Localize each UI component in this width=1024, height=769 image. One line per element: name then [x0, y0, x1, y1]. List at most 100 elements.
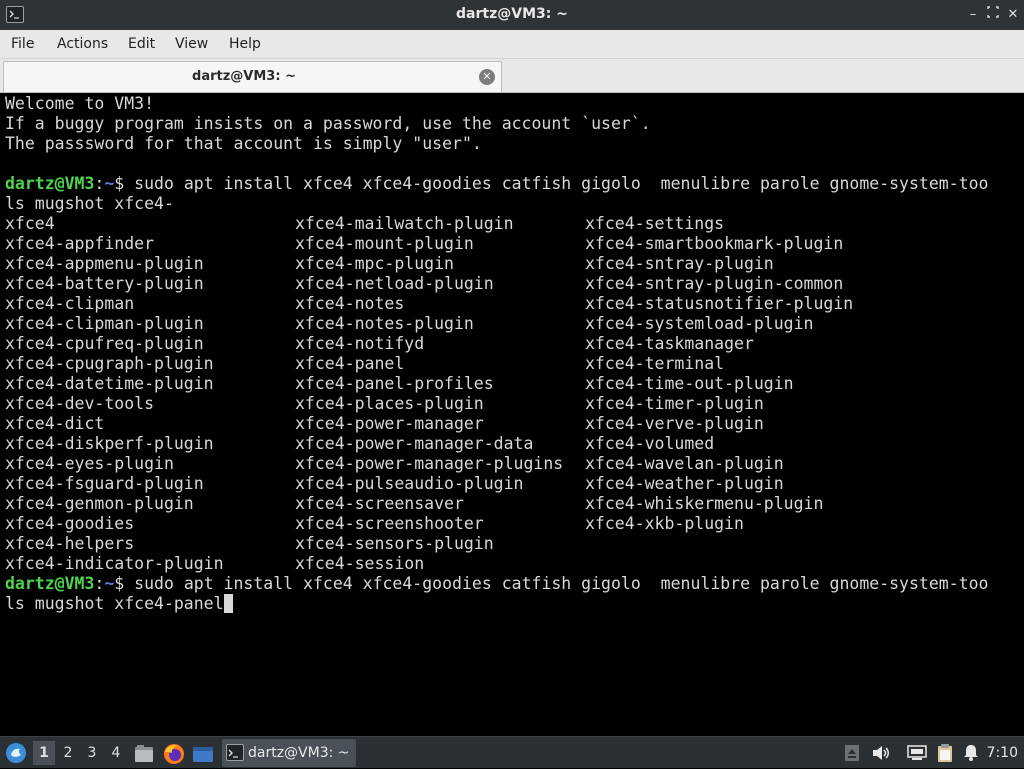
eject-icon[interactable]: [843, 743, 863, 763]
command-continuation: ls mugshot xfce4-: [5, 194, 174, 213]
file-manager-icon[interactable]: [133, 743, 155, 765]
completion-item: xfce4-timer-plugin: [585, 394, 764, 413]
completion-item: xfce4-xkb-plugin: [585, 514, 744, 533]
completion-item: xfce4-genmon-plugin: [5, 494, 194, 513]
terminal-output[interactable]: Welcome to VM3! If a buggy program insis…: [0, 94, 1024, 736]
completion-item: xfce4-power-manager: [295, 414, 484, 433]
menu-file[interactable]: File: [11, 36, 34, 52]
taskbar-terminal-button[interactable]: dartz@VM3: ~: [222, 739, 356, 767]
completion-item: xfce4-notes: [295, 294, 405, 313]
welcome-line: Welcome to VM3!: [5, 94, 155, 113]
firefox-icon[interactable]: [163, 743, 185, 765]
window-title: dartz@VM3: ~: [456, 6, 568, 22]
task-label: dartz@VM3: ~: [248, 745, 350, 761]
prompt-symbol: $: [114, 174, 135, 193]
completion-item: xfce4-verve-plugin: [585, 414, 764, 433]
completion-item: xfce4-volumed: [585, 434, 715, 453]
completion-item: xfce4-mpc-plugin: [295, 254, 454, 273]
completion-item: xfce4-panel-profiles: [295, 374, 494, 393]
completion-item: xfce4-pulseaudio-plugin: [295, 474, 524, 493]
completion-item: xfce4-statusnotifier-plugin: [585, 294, 854, 313]
completion-item: xfce4-wavelan-plugin: [585, 454, 784, 473]
prompt-separator: :: [94, 174, 105, 193]
terminal-icon: [226, 744, 244, 761]
completion-item: xfce4-indicator-plugin: [5, 554, 224, 573]
menubar: File Actions Edit View Help: [0, 30, 1024, 59]
minimize-button[interactable]: –: [964, 6, 982, 24]
menu-edit[interactable]: Edit: [128, 36, 155, 52]
completion-item: xfce4-eyes-plugin: [5, 454, 174, 473]
completion-item: xfce4-power-manager-data: [295, 434, 534, 453]
completion-item: xfce4-places-plugin: [295, 394, 484, 413]
completion-item: xfce4-cpufreq-plugin: [5, 334, 204, 353]
completion-item: xfce4-screenshooter: [295, 514, 484, 533]
clipboard-icon[interactable]: [935, 743, 955, 763]
tab-close-icon[interactable]: ✕: [479, 69, 495, 85]
prompt-separator: :: [94, 574, 105, 593]
completion-item: xfce4-appmenu-plugin: [5, 254, 204, 273]
welcome-line: The passsword for that account is simply…: [5, 134, 482, 153]
completion-item: xfce4-dev-tools: [5, 394, 155, 413]
completion-item: xfce4-time-out-plugin: [585, 374, 794, 393]
completion-item: xfce4-battery-plugin: [5, 274, 204, 293]
completion-item: xfce4-sntray-plugin-common: [585, 274, 844, 293]
workspace-1[interactable]: 1: [33, 741, 55, 765]
prompt-path: ~: [104, 574, 115, 593]
completion-item: xfce4-dict: [5, 414, 105, 433]
completion-item: xfce4-diskperf-plugin: [5, 434, 214, 453]
command-text: sudo apt install xfce4 xfce4-goodies cat…: [134, 174, 989, 193]
command-continuation: ls mugshot xfce4-panel: [5, 594, 233, 614]
volume-icon[interactable]: [871, 743, 891, 763]
maximize-button[interactable]: [984, 6, 1002, 24]
completion-item: xfce4-mount-plugin: [295, 234, 474, 253]
completion-item: xfce4-goodies: [5, 514, 135, 533]
completion-item: xfce4-clipman: [5, 294, 135, 313]
completion-item: xfce4-netload-plugin: [295, 274, 494, 293]
prompt-path: ~: [104, 174, 115, 193]
workspace-2[interactable]: 2: [57, 741, 79, 765]
completion-item: xfce4-session: [295, 554, 425, 573]
tabbar: dartz@VM3: ~ ✕: [0, 59, 1024, 93]
network-icon[interactable]: [906, 743, 927, 763]
notification-icon[interactable]: [961, 743, 981, 763]
completion-item: xfce4-power-manager-plugins: [295, 454, 564, 473]
desktop-icon[interactable]: [192, 743, 214, 765]
prompt-user: dartz@VM3: [5, 574, 95, 593]
command-text: sudo apt install xfce4 xfce4-goodies cat…: [134, 574, 989, 593]
completion-item: xfce4-settings: [585, 214, 725, 233]
prompt-symbol: $: [114, 574, 135, 593]
workspace-3[interactable]: 3: [81, 741, 103, 765]
prompt-user: dartz@VM3: [5, 174, 95, 193]
completion-item: xfce4-notifyd: [295, 334, 425, 353]
completion-item: xfce4-helpers: [5, 534, 135, 553]
completion-item: xfce4-screensaver: [295, 494, 464, 513]
menu-actions[interactable]: Actions: [57, 36, 108, 52]
welcome-line: If a buggy program insists on a password…: [5, 114, 651, 133]
completion-item: xfce4-notes-plugin: [295, 314, 474, 333]
completion-item: xfce4-datetime-plugin: [5, 374, 214, 393]
completion-item: xfce4-systemload-plugin: [585, 314, 814, 333]
close-button[interactable]: ✕: [1004, 6, 1022, 24]
command-line: dartz@VM3:~$ sudo apt install xfce4 xfce…: [5, 574, 988, 594]
completion-item: xfce4: [5, 214, 55, 233]
completion-item: xfce4-fsguard-plugin: [5, 474, 204, 493]
tab-terminal[interactable]: dartz@VM3: ~ ✕: [3, 61, 502, 92]
completion-item: xfce4-terminal: [585, 354, 725, 373]
completion-item: xfce4-cpugraph-plugin: [5, 354, 214, 373]
window-titlebar[interactable]: dartz@VM3: ~ – ✕: [0, 0, 1024, 30]
menu-help[interactable]: Help: [229, 36, 261, 52]
clock[interactable]: 7:10: [987, 745, 1018, 761]
command-line: dartz@VM3:~$ sudo apt install xfce4 xfce…: [5, 174, 988, 194]
completion-item: xfce4-sntray-plugin: [585, 254, 774, 273]
completion-item: xfce4-clipman-plugin: [5, 314, 204, 333]
workspace-4[interactable]: 4: [105, 741, 127, 765]
completion-item: xfce4-weather-plugin: [585, 474, 784, 493]
text-cursor: [223, 594, 233, 613]
completion-item: xfce4-smartbookmark-plugin: [585, 234, 844, 253]
whisker-menu-icon[interactable]: [5, 742, 27, 764]
completion-item: xfce4-panel: [295, 354, 405, 373]
menu-view[interactable]: View: [175, 36, 208, 52]
tab-label: dartz@VM3: ~: [192, 69, 296, 84]
completion-item: xfce4-whiskermenu-plugin: [585, 494, 824, 513]
maximize-icon: [987, 6, 999, 18]
